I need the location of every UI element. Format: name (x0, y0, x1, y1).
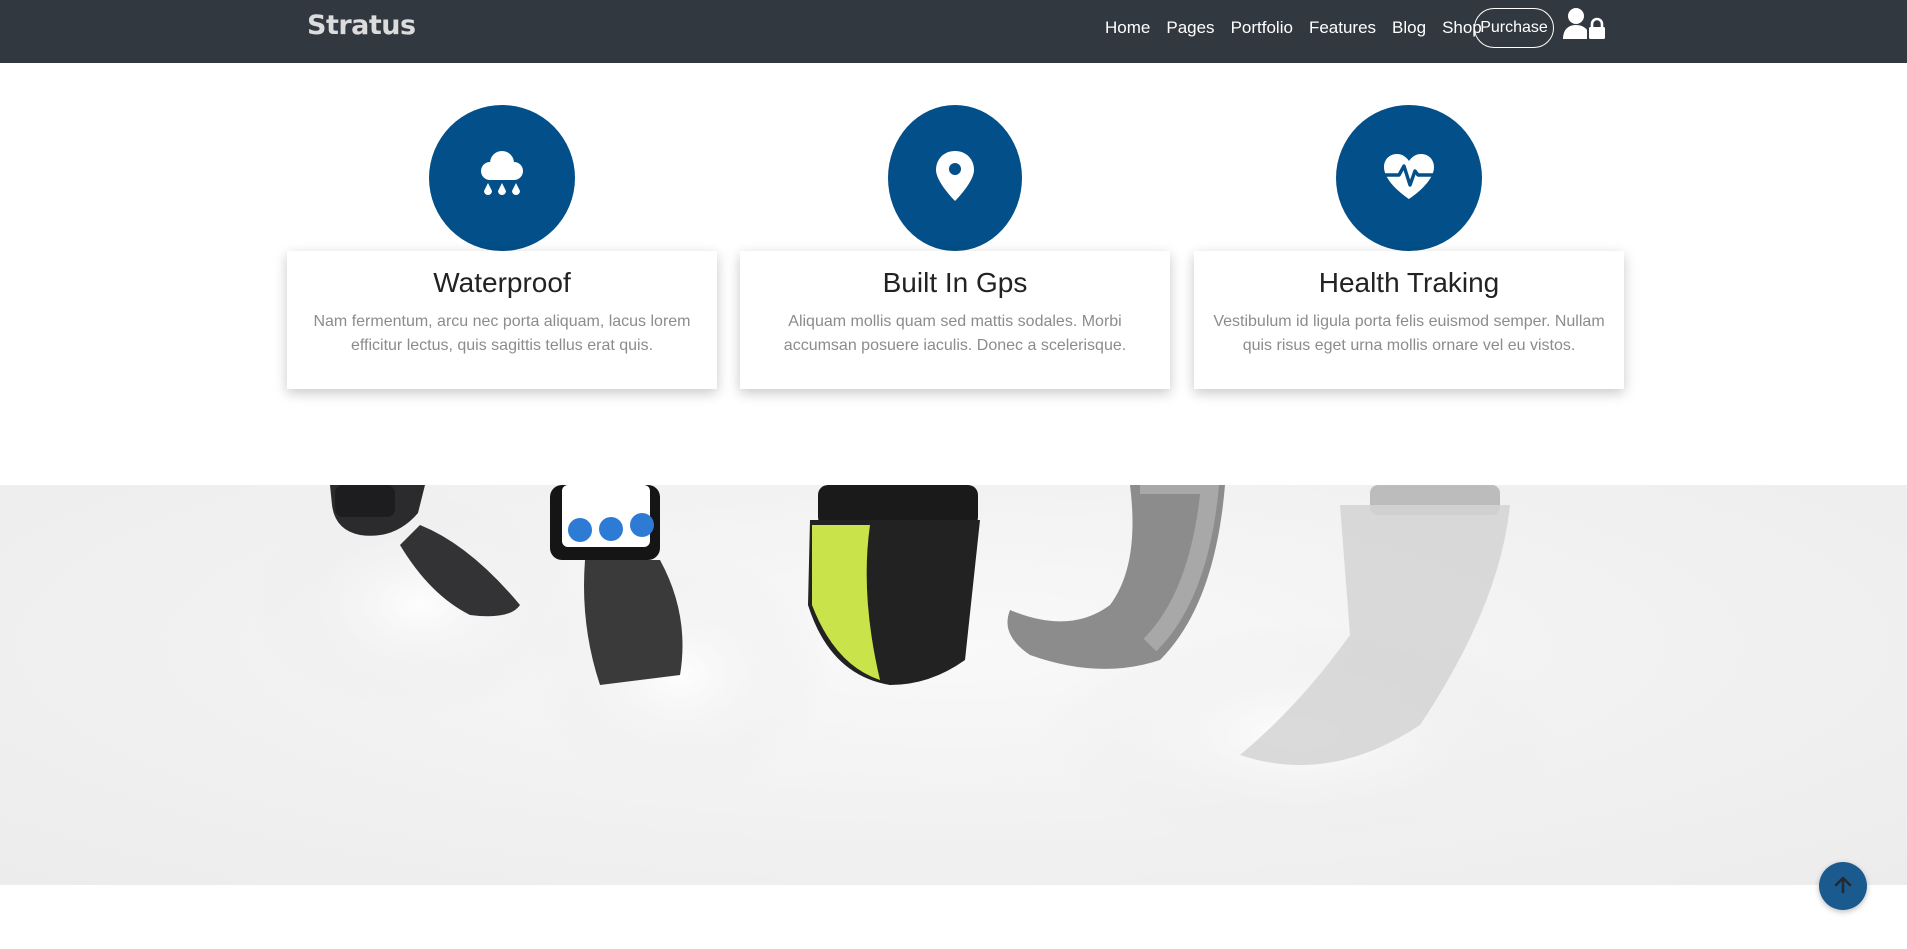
cloud-rain-icon (474, 149, 530, 207)
nav-link-portfolio[interactable]: Portfolio (1231, 18, 1293, 38)
smartwatches-in-water-photo (0, 485, 1907, 885)
feature-icon-circle-gps (888, 105, 1022, 251)
scroll-to-top-button[interactable] (1819, 862, 1867, 910)
map-pin-icon (934, 149, 976, 207)
feature-card-health: Health Traking Vestibulum id ligula port… (1194, 251, 1624, 389)
brand-logo[interactable]: Stratus (307, 10, 416, 41)
feature-title: Health Traking (1318, 267, 1500, 298)
feature-icon-circle-health (1336, 105, 1482, 251)
nav-link-pages[interactable]: Pages (1166, 18, 1214, 38)
heartbeat-icon (1381, 151, 1437, 205)
main-nav: Home Pages Portfolio Features Blog Shop (1105, 0, 1498, 56)
user-lock-icon[interactable] (1562, 6, 1606, 42)
feature-icon-circle-waterproof (429, 105, 575, 251)
feature-card-gps: Built In Gps Aliquam mollis quam sed mat… (740, 251, 1170, 389)
top-navbar: Stratus Home Pages Portfolio Features Bl… (0, 0, 1907, 63)
nav-link-home[interactable]: Home (1105, 18, 1150, 38)
feature-card-waterproof: Waterproof Nam fermentum, arcu nec porta… (287, 251, 717, 389)
feature-description: Aliquam mollis quam sed mattis sodales. … (783, 313, 1127, 354)
feature-title: Built In Gps (882, 267, 1028, 298)
arrow-up-icon (1833, 875, 1853, 898)
nav-link-blog[interactable]: Blog (1392, 18, 1426, 38)
feature-description: Nam fermentum, arcu nec porta aliquam, l… (313, 313, 691, 354)
feature-title: Waterproof (433, 267, 571, 298)
feature-description: Vestibulum id ligula porta felis euismod… (1213, 313, 1605, 354)
nav-link-features[interactable]: Features (1309, 18, 1376, 38)
purchase-button[interactable]: Purchase (1474, 8, 1554, 48)
